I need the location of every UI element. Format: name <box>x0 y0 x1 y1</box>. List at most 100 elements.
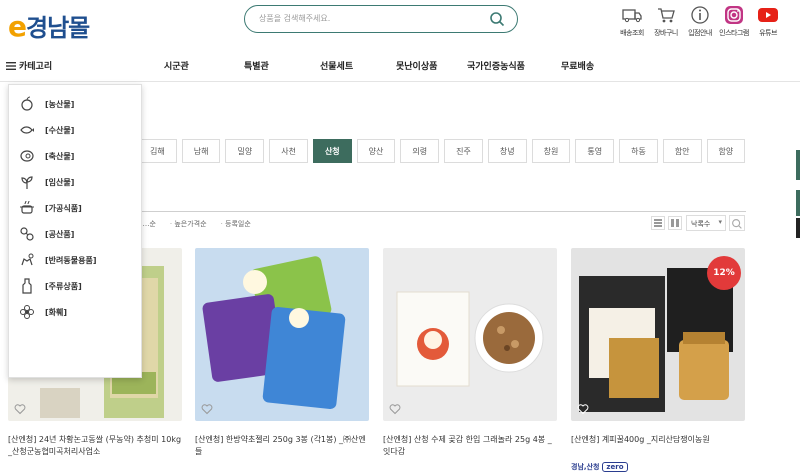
search-box <box>244 5 518 33</box>
side-tab[interactable] <box>796 218 800 238</box>
region-chip[interactable]: 사천 <box>269 139 308 163</box>
delivery-label: 배송조회 <box>620 29 644 37</box>
vendor-info-label: 입점안내 <box>688 29 712 37</box>
region-chip[interactable]: 밀양 <box>225 139 265 163</box>
category-menu-button[interactable]: 카테고리 <box>6 59 52 72</box>
region-chip[interactable]: 창녕 <box>487 139 527 163</box>
nav-item-city[interactable]: 시군관 <box>164 59 189 72</box>
product-image[interactable] <box>383 248 557 421</box>
category-item-fish[interactable]: [수산물] <box>9 117 141 143</box>
nav-item-free-shipping[interactable]: 무료배송 <box>561 59 594 72</box>
nav-item-ugly-produce[interactable]: 못난이상품 <box>396 59 437 72</box>
category-item-flower[interactable]: [화훼] <box>9 299 141 325</box>
sort-option[interactable]: 등록일순 <box>221 219 251 229</box>
search-icon[interactable] <box>489 11 505 27</box>
category-dropdown: [농산물] [수산물] [축산물] [임산물] [가공식품] [공산품] [반려… <box>8 84 142 378</box>
product-name[interactable]: [산엔청] 24년 차황논고동쌀 (무농약) 추청미 10kg _산청군농협미곡… <box>8 434 182 458</box>
sort-select[interactable]: 낙록수 <box>686 215 726 231</box>
product-card[interactable]: [산엔청] 한방약초젤리 250g 3봉 (각1봉) _㈜산엔들 <box>195 248 369 458</box>
nav-item-special[interactable]: 특별관 <box>244 59 269 72</box>
category-label: [가공식품] <box>45 203 82 213</box>
heart-icon[interactable] <box>201 403 213 415</box>
logo-mark: e <box>8 10 27 43</box>
category-item-forest[interactable]: [임산물] <box>9 169 141 195</box>
sort-option[interactable]: 높은가격순 <box>170 219 206 229</box>
cart-icon <box>658 8 675 23</box>
header-icons: 배송조회 장바구니 입점안내 인스타그램 유튜브 <box>616 4 786 38</box>
youtube-button[interactable]: 유튜브 <box>752 4 784 38</box>
region-chip-active[interactable]: 산청 <box>312 139 352 163</box>
info-icon <box>691 6 709 24</box>
nav-item-gift-set[interactable]: 선물세트 <box>320 59 353 72</box>
logo-text: 경남몰 <box>26 14 90 42</box>
category-item-pet[interactable]: [반려동물용품] <box>9 247 141 273</box>
craft-icon <box>20 227 34 241</box>
search-input[interactable] <box>259 6 489 31</box>
side-tab[interactable] <box>796 190 800 216</box>
cart-button[interactable]: 장바구니 <box>650 4 682 38</box>
vendor-info-button[interactable]: 입점안내 <box>684 4 716 38</box>
region-chip[interactable]: 통영 <box>575 139 615 163</box>
youtube-label: 유튜브 <box>759 29 777 37</box>
heart-icon[interactable] <box>577 403 589 415</box>
apple-icon <box>21 96 33 111</box>
region-chip[interactable]: 진주 <box>444 139 483 163</box>
heart-icon[interactable] <box>389 403 401 415</box>
region-chip[interactable]: 남해 <box>181 139 221 163</box>
product-image[interactable]: 12% <box>571 248 745 421</box>
instagram-icon <box>725 6 743 24</box>
delivery-button[interactable]: 배송조회 <box>616 4 648 38</box>
category-item-agri[interactable]: [농산물] <box>9 91 141 117</box>
bottle-icon <box>22 278 32 294</box>
youtube-icon <box>758 8 778 22</box>
nav-item-certified[interactable]: 국가인증농식품 <box>467 59 525 72</box>
category-label: [화훼] <box>45 307 68 317</box>
instagram-label: 인스타그램 <box>719 29 749 37</box>
main-nav: 카테고리 시군관 특별관 선물세트 못난이상품 국가인증농식품 무료배송 <box>0 54 800 82</box>
category-label: [반려동물용품] <box>45 255 97 265</box>
product-card[interactable]: 12% [산엔청] 계피꿀400g _지리산담쟁이농원 경남,산청 zero <box>571 248 745 472</box>
jelly-pack-image <box>202 256 346 410</box>
product-card[interactable]: [산엔청] 산청 수제 곶감 한입 그래놀라 25g 4봉 _잇다감 <box>383 248 557 458</box>
site-logo[interactable]: e경남몰 <box>8 8 90 43</box>
region-chip[interactable]: 양산 <box>356 139 396 163</box>
sort-options: …순 높은가격순 등록일순 <box>138 219 265 229</box>
category-label: 카테고리 <box>19 62 53 72</box>
category-item-processed[interactable]: [가공식품] <box>9 195 141 221</box>
category-label: [주류상품] <box>45 281 82 291</box>
product-tag: 경남,산청 zero <box>571 462 745 472</box>
category-item-industrial[interactable]: [공산품] <box>9 221 141 247</box>
region-chip[interactable]: 함양 <box>706 139 746 163</box>
category-label: [수산물] <box>45 125 75 135</box>
product-name[interactable]: [산엔청] 산청 수제 곶감 한입 그래놀라 25g 4봉 _잇다감 <box>383 434 557 458</box>
region-chip[interactable]: 의령 <box>400 139 440 163</box>
region-tag: 경남,산청 <box>571 463 600 471</box>
side-tab[interactable] <box>796 150 800 180</box>
discount-badge: 12% <box>707 256 741 290</box>
grid-view-button[interactable] <box>668 216 682 230</box>
flower-icon <box>20 305 34 319</box>
product-image[interactable] <box>195 248 369 421</box>
granola-image <box>396 291 544 387</box>
search-icon <box>732 219 742 229</box>
sprout-icon <box>21 176 33 189</box>
list-view-icon <box>654 219 662 227</box>
instagram-button[interactable]: 인스타그램 <box>718 4 750 38</box>
list-view-button[interactable] <box>651 216 665 230</box>
hamburger-icon <box>6 61 16 70</box>
list-search-button[interactable] <box>729 215 745 231</box>
category-label: [축산물] <box>45 151 75 161</box>
zero-tag: zero <box>602 462 628 472</box>
category-item-meat[interactable]: [축산물] <box>9 143 141 169</box>
category-item-liquor[interactable]: [주류상품] <box>9 273 141 299</box>
region-chip[interactable]: 창원 <box>531 139 571 163</box>
product-name[interactable]: [산엔청] 계피꿀400g _지리산담쟁이농원 <box>571 434 745 458</box>
pot-icon <box>20 200 34 214</box>
category-label: [농산물] <box>45 99 75 109</box>
region-chip[interactable]: 하동 <box>619 139 658 163</box>
meat-icon <box>20 150 34 162</box>
region-chip[interactable]: 함안 <box>662 139 702 163</box>
heart-icon[interactable] <box>14 403 26 415</box>
product-name[interactable]: [산엔청] 한방약초젤리 250g 3봉 (각1봉) _㈜산엔들 <box>195 434 369 458</box>
region-chip[interactable]: 김해 <box>138 139 177 163</box>
